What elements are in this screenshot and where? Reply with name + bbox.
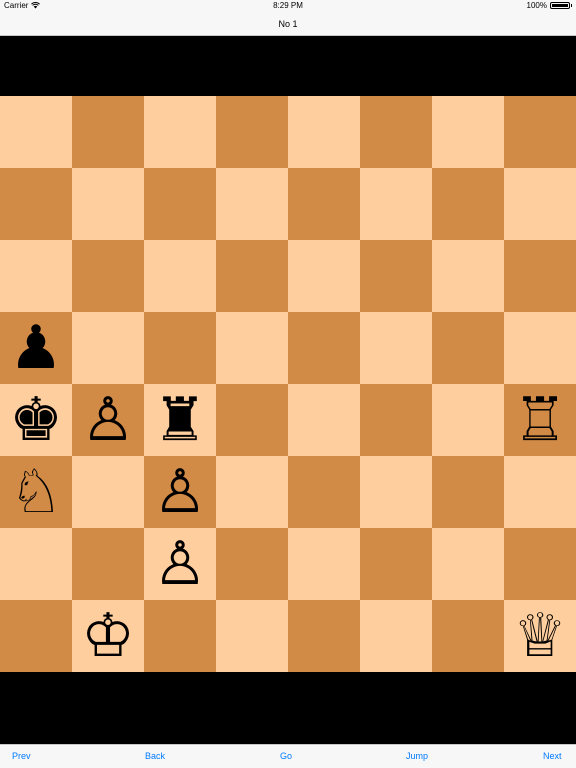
square-e8[interactable] xyxy=(288,96,360,168)
square-b4[interactable]: ♙ xyxy=(72,384,144,456)
battery-tip xyxy=(571,4,572,7)
square-g4[interactable] xyxy=(432,384,504,456)
square-e7[interactable] xyxy=(288,168,360,240)
square-e6[interactable] xyxy=(288,240,360,312)
status-bar: Carrier 8:29 PM 100% xyxy=(0,0,576,12)
white-knight-icon[interactable]: ♘ xyxy=(9,456,63,528)
square-d3[interactable] xyxy=(216,456,288,528)
square-h1[interactable]: ♕ xyxy=(504,600,576,672)
white-pawn-icon[interactable]: ♙ xyxy=(153,528,207,600)
square-h2[interactable] xyxy=(504,528,576,600)
battery-icon xyxy=(550,2,570,9)
battery-percent: 100% xyxy=(526,1,547,10)
square-d6[interactable] xyxy=(216,240,288,312)
square-e2[interactable] xyxy=(288,528,360,600)
prev-button[interactable]: Prev xyxy=(12,751,31,761)
white-queen-icon[interactable]: ♕ xyxy=(513,600,567,672)
square-g7[interactable] xyxy=(432,168,504,240)
square-b5[interactable] xyxy=(72,312,144,384)
square-f7[interactable] xyxy=(360,168,432,240)
white-pawn-icon[interactable]: ♙ xyxy=(153,456,207,528)
square-e1[interactable] xyxy=(288,600,360,672)
jump-button[interactable]: Jump xyxy=(406,751,428,761)
white-king-icon[interactable]: ♔ xyxy=(81,600,135,672)
square-d7[interactable] xyxy=(216,168,288,240)
square-a3[interactable]: ♘ xyxy=(0,456,72,528)
square-b6[interactable] xyxy=(72,240,144,312)
square-b1[interactable]: ♔ xyxy=(72,600,144,672)
square-c5[interactable] xyxy=(144,312,216,384)
square-d8[interactable] xyxy=(216,96,288,168)
square-e4[interactable] xyxy=(288,384,360,456)
square-f8[interactable] xyxy=(360,96,432,168)
square-h5[interactable] xyxy=(504,312,576,384)
square-a7[interactable] xyxy=(0,168,72,240)
nav-title: No 1 xyxy=(278,18,298,29)
square-c2[interactable]: ♙ xyxy=(144,528,216,600)
black-king-icon[interactable]: ♚ xyxy=(9,384,63,456)
square-c1[interactable] xyxy=(144,600,216,672)
next-button[interactable]: Next xyxy=(543,751,562,761)
square-b3[interactable] xyxy=(72,456,144,528)
square-f2[interactable] xyxy=(360,528,432,600)
square-f5[interactable] xyxy=(360,312,432,384)
black-rook-icon[interactable]: ♜ xyxy=(153,384,207,456)
battery-group: 100% xyxy=(527,1,572,10)
go-button[interactable]: Go xyxy=(280,751,292,761)
square-g8[interactable] xyxy=(432,96,504,168)
square-c3[interactable]: ♙ xyxy=(144,456,216,528)
square-d2[interactable] xyxy=(216,528,288,600)
square-a2[interactable] xyxy=(0,528,72,600)
square-c4[interactable]: ♜ xyxy=(144,384,216,456)
square-f3[interactable] xyxy=(360,456,432,528)
back-button[interactable]: Back xyxy=(145,751,165,761)
square-e5[interactable] xyxy=(288,312,360,384)
square-h4[interactable]: ♖ xyxy=(504,384,576,456)
square-a1[interactable] xyxy=(0,600,72,672)
chess-board[interactable]: ♟ ♚ ♙ ♜ ♖ ♘ ♙ ♙ ♔ ♕ xyxy=(0,96,576,672)
square-c6[interactable] xyxy=(144,240,216,312)
square-d4[interactable] xyxy=(216,384,288,456)
square-e3[interactable] xyxy=(288,456,360,528)
navigation-bar: No 1 xyxy=(0,12,576,36)
square-h8[interactable] xyxy=(504,96,576,168)
status-time: 8:29 PM xyxy=(273,1,303,10)
square-b2[interactable] xyxy=(72,528,144,600)
square-h7[interactable] xyxy=(504,168,576,240)
black-pawn-icon[interactable]: ♟ xyxy=(9,312,63,384)
square-a4[interactable]: ♚ xyxy=(0,384,72,456)
square-h6[interactable] xyxy=(504,240,576,312)
square-g3[interactable] xyxy=(432,456,504,528)
square-g6[interactable] xyxy=(432,240,504,312)
square-c8[interactable] xyxy=(144,96,216,168)
square-g5[interactable] xyxy=(432,312,504,384)
square-b8[interactable] xyxy=(72,96,144,168)
square-c7[interactable] xyxy=(144,168,216,240)
square-f4[interactable] xyxy=(360,384,432,456)
square-g1[interactable] xyxy=(432,600,504,672)
square-f1[interactable] xyxy=(360,600,432,672)
square-d5[interactable] xyxy=(216,312,288,384)
square-d1[interactable] xyxy=(216,600,288,672)
white-pawn-icon[interactable]: ♙ xyxy=(81,384,135,456)
square-h3[interactable] xyxy=(504,456,576,528)
square-a6[interactable] xyxy=(0,240,72,312)
bottom-toolbar: Prev Back Go Jump Next xyxy=(0,744,576,768)
square-a5[interactable]: ♟ xyxy=(0,312,72,384)
square-f6[interactable] xyxy=(360,240,432,312)
square-a8[interactable] xyxy=(0,96,72,168)
square-b7[interactable] xyxy=(72,168,144,240)
square-g2[interactable] xyxy=(432,528,504,600)
white-rook-icon[interactable]: ♖ xyxy=(513,384,567,456)
